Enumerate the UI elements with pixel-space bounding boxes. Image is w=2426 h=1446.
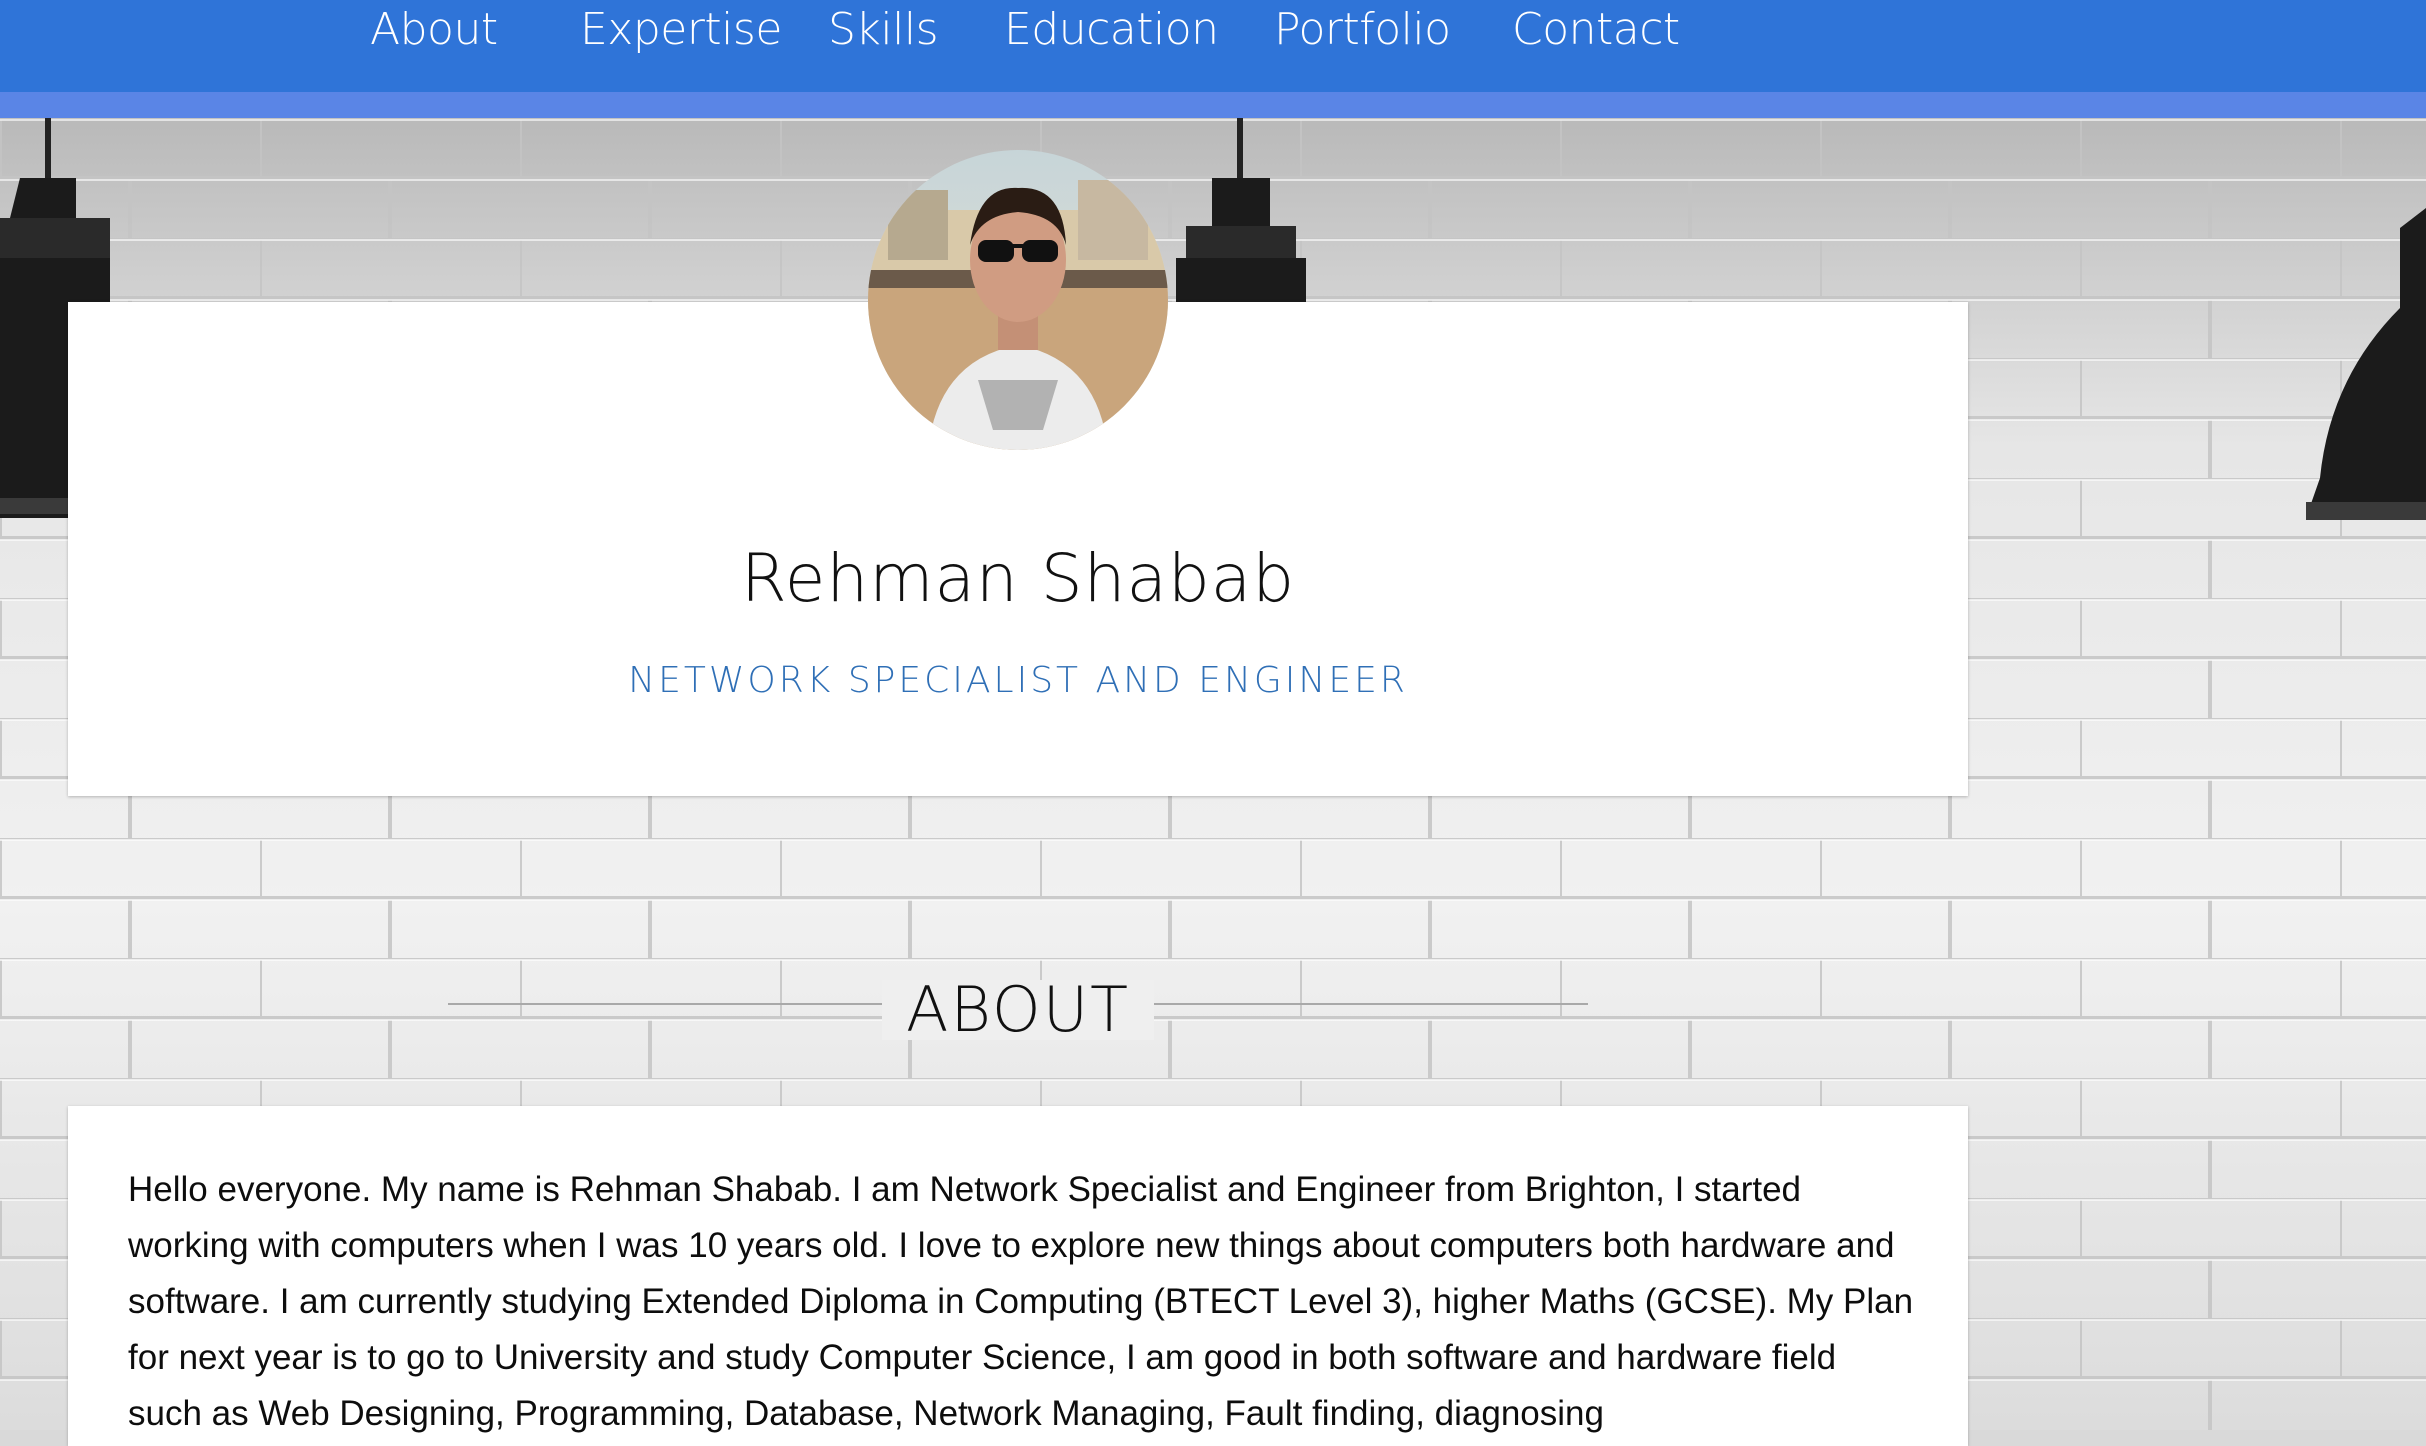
nav-link-skills[interactable]: Skills (828, 0, 939, 60)
top-nav-bar: About Expertise Skills Education Portfol… (0, 0, 2426, 92)
profile-avatar (868, 150, 1168, 450)
nav-link-expertise[interactable]: Expertise (580, 0, 782, 60)
about-section-heading: ABOUT (906, 973, 1130, 1046)
section-divider-left (448, 1003, 882, 1005)
section-divider-right (1154, 1003, 1588, 1005)
nav-underline-bar (0, 92, 2426, 118)
profile-photo-icon (868, 150, 1168, 450)
profile-job-title: NETWORK SPECIALIST AND ENGINEER (628, 660, 1408, 701)
nav-link-portfolio[interactable]: Portfolio (1274, 0, 1451, 60)
profile-name: Rehman Shabab (740, 540, 1296, 617)
nav-link-about[interactable]: About (370, 0, 498, 60)
nav-link-contact[interactable]: Contact (1512, 0, 1680, 60)
nav-link-education[interactable]: Education (1004, 0, 1219, 60)
about-paragraph: Hello everyone. My name is Rehman Shabab… (128, 1170, 1914, 1433)
